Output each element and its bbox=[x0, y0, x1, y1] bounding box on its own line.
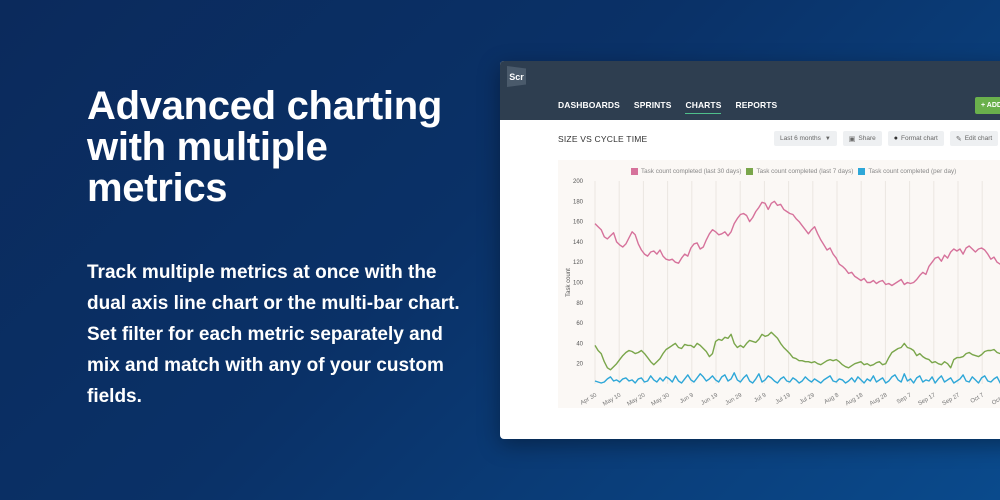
top-navigation-bar: Scr DASHBOARDS SPRINTS CHARTS REPORTS + … bbox=[500, 61, 1000, 120]
x-tick-label: Jul 29 bbox=[799, 392, 816, 406]
palette-icon: ● bbox=[893, 135, 898, 142]
caret-down-icon: ▼ bbox=[824, 135, 831, 142]
share-label: Share bbox=[858, 135, 876, 142]
chart-toolbar: Last 6 months ▼ ▣ Share ● Format chart ✎… bbox=[774, 131, 999, 146]
y-tick-label: 180 bbox=[573, 199, 584, 205]
x-tick-label: May 30 bbox=[651, 392, 672, 407]
x-tick-label: Apr 30 bbox=[580, 392, 599, 406]
x-tick-label: Jun 9 bbox=[679, 392, 695, 405]
x-tick-label: Aug 18 bbox=[845, 392, 865, 407]
x-tick-label: Oct 17 bbox=[991, 392, 1000, 406]
format-chart-button[interactable]: ● Format chart bbox=[887, 131, 944, 146]
x-tick-label: May 10 bbox=[602, 392, 623, 407]
date-range-label: Last 6 months bbox=[780, 135, 821, 142]
x-tick-label: Jun 29 bbox=[725, 392, 744, 407]
series-line-per-day bbox=[594, 372, 1000, 384]
nav-item-sprints[interactable]: SPRINTS bbox=[634, 100, 672, 114]
y-tick-label: 140 bbox=[573, 240, 584, 246]
edit-chart-label: Edit chart bbox=[964, 135, 993, 142]
x-tick-label: Aug 28 bbox=[869, 392, 889, 407]
x-tick-label: Jun 19 bbox=[700, 392, 719, 407]
y-tick-label: 200 bbox=[573, 179, 584, 185]
app-logo[interactable]: Scr bbox=[507, 66, 526, 87]
series-line-last-30-days bbox=[594, 200, 1000, 287]
hero-title: Advanced charting with multiple metrics bbox=[87, 84, 442, 210]
x-tick-label: Sep 27 bbox=[942, 392, 962, 407]
date-range-dropdown[interactable]: Last 6 months ▼ bbox=[774, 131, 837, 146]
x-tick-label: May 20 bbox=[626, 392, 647, 407]
edit-icon: ✎ bbox=[955, 135, 962, 143]
share-icon: ▣ bbox=[848, 135, 856, 143]
x-tick-label: Jul 19 bbox=[775, 392, 792, 406]
chart-title: SIZE VS CYCLE TIME bbox=[558, 134, 648, 144]
x-tick-label: Jul 9 bbox=[753, 392, 768, 404]
x-tick-label: Aug 8 bbox=[823, 392, 840, 405]
y-tick-label: 20 bbox=[576, 362, 583, 368]
y-tick-label: 100 bbox=[573, 281, 584, 287]
app-window: Scr DASHBOARDS SPRINTS CHARTS REPORTS + … bbox=[500, 61, 1000, 439]
x-tick-label: Oct 7 bbox=[970, 392, 986, 405]
y-axis-title: Task count bbox=[566, 268, 572, 297]
add-button[interactable]: + ADD bbox=[975, 97, 1000, 114]
chart-container: Task count completed (last 30 days) Task… bbox=[558, 160, 1000, 408]
y-tick-label: 160 bbox=[573, 220, 584, 226]
y-tick-label: 60 bbox=[576, 321, 583, 327]
edit-chart-button[interactable]: ✎ Edit chart bbox=[949, 131, 999, 146]
line-chart-plot: Apr 30 May 10 May 20 May 30 Jun 9 Jun 19 Jun 2… bbox=[566, 179, 1000, 408]
y-tick-label: 80 bbox=[576, 301, 583, 307]
share-button[interactable]: ▣ Share bbox=[842, 131, 882, 146]
series-line-last-7-days bbox=[594, 331, 1000, 371]
format-chart-label: Format chart bbox=[901, 135, 938, 142]
nav-item-reports[interactable]: REPORTS bbox=[735, 100, 777, 114]
nav-item-charts[interactable]: CHARTS bbox=[685, 100, 722, 114]
main-nav: DASHBOARDS SPRINTS CHARTS REPORTS bbox=[558, 100, 777, 114]
x-tick-label: Sep 17 bbox=[917, 392, 937, 407]
y-tick-label: 120 bbox=[573, 260, 584, 266]
x-tick-label: Sep 7 bbox=[896, 392, 913, 405]
hero-description: Track multiple metrics at once with the … bbox=[87, 262, 460, 407]
y-tick-label: 40 bbox=[576, 341, 583, 347]
nav-item-dashboards[interactable]: DASHBOARDS bbox=[558, 100, 620, 114]
